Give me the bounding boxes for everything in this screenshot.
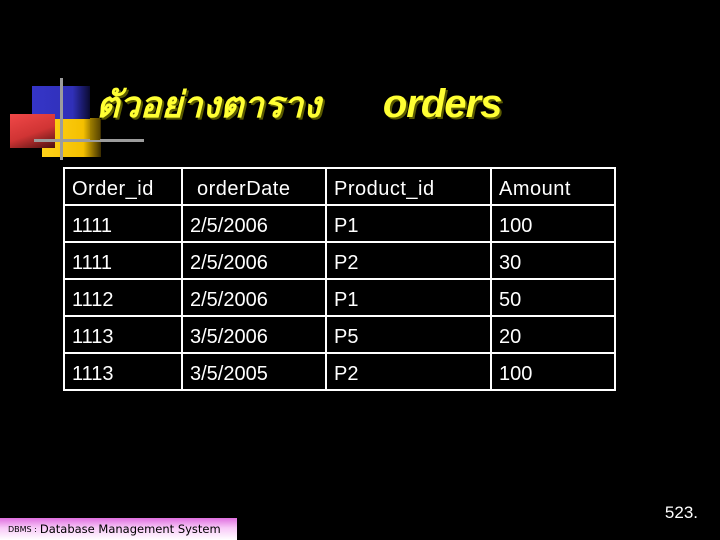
header-amount: Amount: [490, 167, 616, 206]
slide-title-table-name: orders: [382, 81, 502, 126]
header-order-date: orderDate: [181, 167, 327, 206]
cell-product-id: P5: [325, 315, 492, 354]
cell-amount: 100: [490, 352, 616, 391]
orders-table: Order_id orderDate Product_id Amount 111…: [63, 167, 616, 391]
footer-abbreviation: DBMS :: [8, 524, 37, 534]
cell-amount: 20: [490, 315, 616, 354]
slide-title: ตัวอย่างตาราง orders: [96, 74, 502, 134]
logo-red-square: [10, 114, 55, 148]
cell-product-id: P2: [325, 241, 492, 280]
cell-order-id: 1113: [63, 315, 183, 354]
header-order-id: Order_id: [63, 167, 183, 206]
page-number: 523.: [664, 503, 698, 522]
footer-course-name: Database Management System: [39, 522, 221, 536]
logo-vertical-line: [60, 78, 63, 160]
table-row: 1111 2/5/2006 P2 30: [63, 241, 616, 280]
logo-horizontal-line: [34, 139, 144, 142]
cell-product-id: P2: [325, 352, 492, 391]
table-row: 1112 2/5/2006 P1 50: [63, 278, 616, 317]
footer-course-label: DBMS : Database Management System: [0, 518, 237, 540]
cell-order-id: 1112: [63, 278, 183, 317]
cell-product-id: P1: [325, 278, 492, 317]
slide-title-thai: ตัวอย่างตาราง: [96, 84, 321, 126]
cell-product-id: P1: [325, 204, 492, 243]
table-row: 1111 2/5/2006 P1 100: [63, 204, 616, 243]
cell-order-date: 2/5/2006: [181, 278, 327, 317]
cell-order-date: 2/5/2006: [181, 241, 327, 280]
cell-order-id: 1111: [63, 241, 183, 280]
cell-order-id: 1113: [63, 352, 183, 391]
table-row: 1113 3/5/2006 P5 20: [63, 315, 616, 354]
cell-order-date: 3/5/2005: [181, 352, 327, 391]
cell-amount: 50: [490, 278, 616, 317]
header-product-id: Product_id: [325, 167, 492, 206]
table-header-row: Order_id orderDate Product_id Amount: [63, 167, 616, 206]
cell-amount: 100: [490, 204, 616, 243]
table-row: 1113 3/5/2005 P2 100: [63, 352, 616, 391]
cell-order-date: 3/5/2006: [181, 315, 327, 354]
cell-amount: 30: [490, 241, 616, 280]
cell-order-date: 2/5/2006: [181, 204, 327, 243]
cell-order-id: 1111: [63, 204, 183, 243]
